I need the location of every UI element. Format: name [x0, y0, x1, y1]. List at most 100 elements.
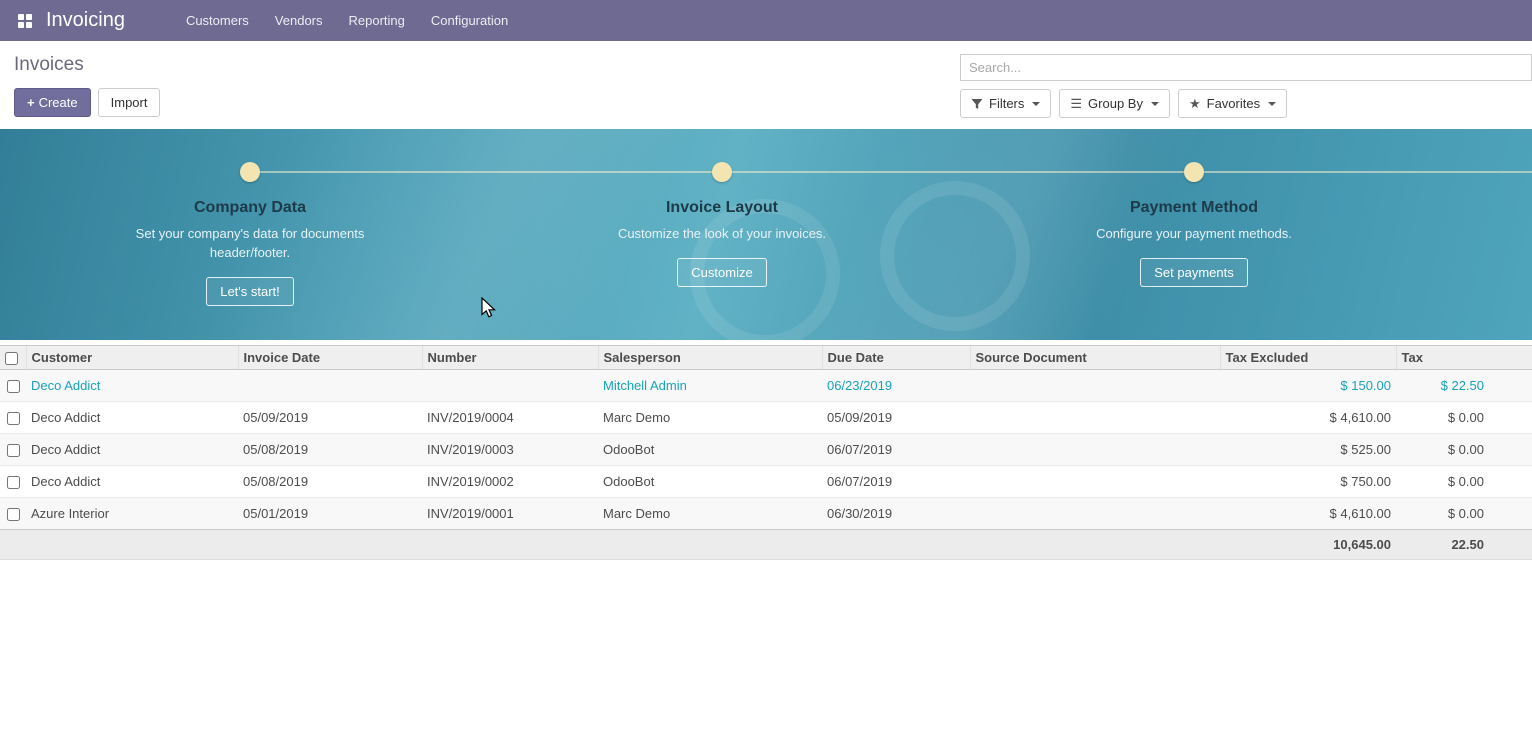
control-panel-left: Invoices +Create Import [14, 54, 160, 118]
totals-empty-cell [970, 530, 1220, 560]
app-title[interactable]: Invoicing [46, 9, 125, 32]
star-icon: ★ [1189, 97, 1201, 110]
favorites-dropdown-button[interactable]: ★ Favorites [1178, 89, 1287, 118]
cell-source-document [970, 466, 1220, 498]
onboarding-step-company-data: Company Data Set your company's data for… [90, 162, 410, 306]
customize-button[interactable]: Customize [677, 258, 766, 287]
cell-source-document [970, 370, 1220, 402]
row-checkbox[interactable] [7, 476, 20, 489]
cell-invoice-date: 05/08/2019 [238, 466, 422, 498]
table-row[interactable]: Deco Addict 05/08/2019 INV/2019/0003 Odo… [0, 434, 1532, 466]
caret-down-icon [1032, 102, 1040, 106]
totals-empty-cell [26, 530, 238, 560]
totals-empty-cell [598, 530, 822, 560]
cell-invoice-date: 05/01/2019 [238, 498, 422, 530]
lets-start-button[interactable]: Let's start! [206, 277, 294, 306]
cell-tax: $ 0.00 [1396, 498, 1532, 530]
import-button-label: Import [111, 95, 148, 110]
table-row[interactable]: Deco Addict Mitchell Admin 06/23/2019 $ … [0, 370, 1532, 402]
cell-invoice-date: 05/08/2019 [238, 434, 422, 466]
column-header-salesperson[interactable]: Salesperson [598, 346, 822, 370]
nav-item-customers[interactable]: Customers [173, 0, 262, 41]
step-dot [240, 162, 260, 182]
table-totals-row: 10,645.00 22.50 [0, 530, 1532, 560]
select-all-header[interactable] [0, 346, 26, 370]
onboarding-banner: Company Data Set your company's data for… [0, 129, 1532, 340]
apps-grid-icon[interactable] [12, 8, 38, 34]
control-panel: Invoices +Create Import Filters ☰ Group … [0, 41, 1532, 129]
cell-invoice-date [238, 370, 422, 402]
column-header-customer[interactable]: Customer [26, 346, 238, 370]
bars-icon: ☰ [1070, 97, 1082, 110]
cell-due-date: 06/07/2019 [822, 434, 970, 466]
cell-customer: Deco Addict [26, 434, 238, 466]
column-header-tax-excluded[interactable]: Tax Excluded [1220, 346, 1396, 370]
totals-empty-cell [422, 530, 598, 560]
cell-tax-excluded: $ 525.00 [1220, 434, 1396, 466]
set-payments-button[interactable]: Set payments [1140, 258, 1248, 287]
group-by-label: Group By [1088, 96, 1143, 111]
nav-item-vendors[interactable]: Vendors [262, 0, 336, 41]
import-button[interactable]: Import [98, 88, 161, 117]
cell-tax-excluded: $ 150.00 [1220, 370, 1396, 402]
step-title: Invoice Layout [562, 199, 882, 217]
step-description: Configure your payment methods. [1079, 224, 1309, 243]
cell-salesperson: OdooBot [598, 466, 822, 498]
cell-tax: $ 0.00 [1396, 466, 1532, 498]
column-header-due-date[interactable]: Due Date [822, 346, 970, 370]
navbar-menu: Customers Vendors Reporting Configuratio… [173, 0, 521, 41]
cell-due-date: 06/30/2019 [822, 498, 970, 530]
page-title: Invoices [14, 54, 160, 76]
row-checkbox[interactable] [7, 412, 20, 425]
cell-customer: Azure Interior [26, 498, 238, 530]
cell-salesperson: Mitchell Admin [598, 370, 822, 402]
top-navbar: Invoicing Customers Vendors Reporting Co… [0, 0, 1532, 41]
row-checkbox[interactable] [7, 508, 20, 521]
invoices-table: Customer Invoice Date Number Salesperson… [0, 345, 1532, 560]
cell-customer: Deco Addict [26, 370, 238, 402]
caret-down-icon [1268, 102, 1276, 106]
cell-number [422, 370, 598, 402]
column-header-tax[interactable]: Tax [1396, 346, 1532, 370]
favorites-label: Favorites [1207, 96, 1260, 111]
table-row[interactable]: Deco Addict 05/09/2019 INV/2019/0004 Mar… [0, 402, 1532, 434]
row-select-cell [0, 466, 26, 498]
step-title: Payment Method [1034, 199, 1354, 217]
group-by-dropdown-button[interactable]: ☰ Group By [1059, 89, 1170, 118]
step-description: Set your company's data for documents he… [135, 224, 365, 262]
cell-number: INV/2019/0004 [422, 402, 598, 434]
cell-salesperson: Marc Demo [598, 498, 822, 530]
cell-tax-excluded: $ 4,610.00 [1220, 498, 1396, 530]
cell-tax-excluded: $ 4,610.00 [1220, 402, 1396, 434]
cell-number: INV/2019/0003 [422, 434, 598, 466]
table-row[interactable]: Azure Interior 05/01/2019 INV/2019/0001 … [0, 498, 1532, 530]
caret-down-icon [1151, 102, 1159, 106]
row-checkbox[interactable] [7, 444, 20, 457]
table-row[interactable]: Deco Addict 05/08/2019 INV/2019/0002 Odo… [0, 466, 1532, 498]
cell-tax: $ 0.00 [1396, 434, 1532, 466]
cell-number: INV/2019/0002 [422, 466, 598, 498]
row-checkbox[interactable] [7, 380, 20, 393]
create-button[interactable]: +Create [14, 88, 91, 117]
nav-item-configuration[interactable]: Configuration [418, 0, 521, 41]
cell-salesperson: Marc Demo [598, 402, 822, 434]
column-header-source-document[interactable]: Source Document [970, 346, 1220, 370]
plus-icon: + [27, 95, 35, 110]
filters-dropdown-button[interactable]: Filters [960, 89, 1051, 118]
cell-source-document [970, 498, 1220, 530]
select-all-checkbox[interactable] [5, 352, 18, 365]
onboarding-step-payment-method: Payment Method Configure your payment me… [1034, 162, 1354, 287]
banner-decoration-lens [880, 181, 1030, 331]
cell-due-date: 05/09/2019 [822, 402, 970, 434]
column-header-invoice-date[interactable]: Invoice Date [238, 346, 422, 370]
cell-invoice-date: 05/09/2019 [238, 402, 422, 434]
column-header-number[interactable]: Number [422, 346, 598, 370]
search-input[interactable] [960, 54, 1532, 81]
nav-item-reporting[interactable]: Reporting [336, 0, 418, 41]
totals-empty-cell [0, 530, 26, 560]
step-title: Company Data [90, 199, 410, 217]
cell-salesperson: OdooBot [598, 434, 822, 466]
step-dot [1184, 162, 1204, 182]
cell-number: INV/2019/0001 [422, 498, 598, 530]
action-buttons: +Create Import [14, 88, 160, 117]
